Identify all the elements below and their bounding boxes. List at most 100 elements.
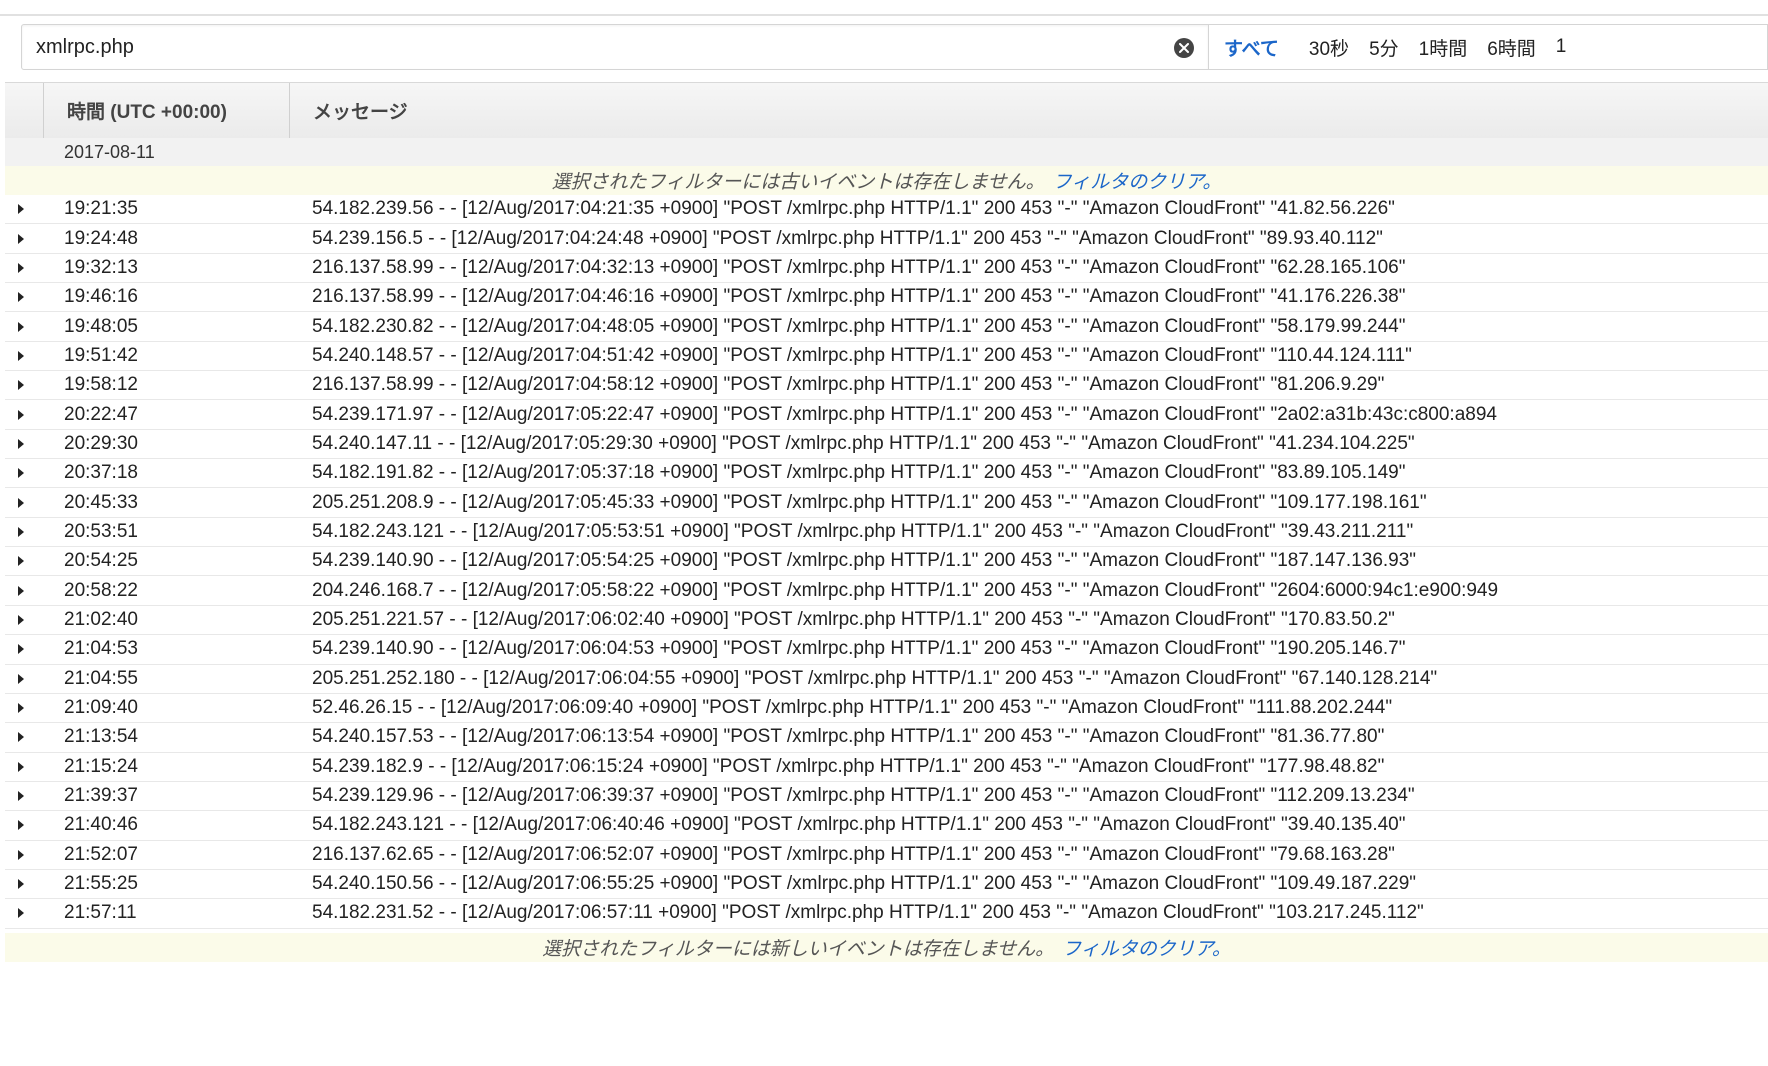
log-row[interactable]: 21:39:37 54.239.129.96 - - [12/Aug/2017:0… <box>5 781 1768 812</box>
expand-arrow-icon[interactable] <box>5 644 43 655</box>
log-row[interactable]: 21:09:40 52.46.26.15 - - [12/Aug/2017:06:… <box>5 693 1768 724</box>
log-time: 19:58:12 <box>64 374 138 396</box>
log-row[interactable]: 21:57:11 54.182.231.52 - - [12/Aug/2017:0… <box>5 899 1768 929</box>
expand-arrow-icon[interactable] <box>5 761 43 772</box>
log-time: 20:58:22 <box>64 579 138 601</box>
expand-arrow-icon[interactable] <box>5 233 43 244</box>
close-circle-icon[interactable] <box>1174 38 1194 58</box>
newer-events-text: 選択されたフィルターには新しいイベントは存在しません。 <box>542 939 1055 960</box>
log-row[interactable]: 19:46:16 216.137.58.99 - - [12/Aug/2017:0… <box>5 283 1768 313</box>
log-row[interactable]: 20:54:25 54.239.140.90 - - [12/Aug/2017:0… <box>5 547 1768 577</box>
log-message: 204.246.168.7 - - [12/Aug/2017:05:58:22 … <box>312 579 1499 601</box>
log-row[interactable]: 21:40:46 54.182.243.121 - - [12/Aug/2017:… <box>5 811 1768 841</box>
log-message: 52.46.26.15 - - [12/Aug/2017:06:09:40 +0… <box>312 697 1393 719</box>
date-group-row: 2017-08-11 <box>5 138 1768 166</box>
expand-arrow-icon[interactable] <box>5 879 43 890</box>
expand-arrow-icon[interactable] <box>5 380 43 391</box>
range-6h[interactable]: 6時間 <box>1477 34 1546 61</box>
expand-arrow-icon[interactable] <box>5 321 43 332</box>
log-message: 54.239.182.9 - - [12/Aug/2017:06:15:24 +… <box>312 755 1385 777</box>
log-time: 21:15:24 <box>64 755 138 777</box>
expand-arrow-icon[interactable] <box>5 849 43 860</box>
expand-arrow-icon[interactable] <box>5 438 43 449</box>
log-time: 19:21:35 <box>64 198 138 220</box>
log-time: 21:13:54 <box>64 726 138 748</box>
expand-arrow-icon[interactable] <box>5 409 43 420</box>
expand-arrow-icon[interactable] <box>5 585 43 596</box>
log-message: 54.182.191.82 - - [12/Aug/2017:05:37:18 … <box>312 462 1406 484</box>
time-range-selector: すべて 30秒 5分 1時間 6時間 1 <box>1209 24 1768 70</box>
log-row[interactable]: 19:51:42 54.240.148.57 - - [12/Aug/2017:0… <box>5 341 1768 372</box>
time-column-header[interactable]: 時間 (UTC +00:00) <box>44 83 290 138</box>
expand-arrow-icon[interactable] <box>5 908 43 919</box>
log-message: 54.239.129.96 - - [12/Aug/2017:06:39:37 … <box>312 785 1415 807</box>
range-truncated[interactable]: 1 <box>1546 36 1577 58</box>
filter-bar: すべて 30秒 5分 1時間 6時間 1 <box>21 24 1768 70</box>
log-event-list: 19:21:35 54.182.239.56 - - [12/Aug/2017:0… <box>5 195 1768 958</box>
log-message: 216.137.62.65 - - [12/Aug/2017:06:52:07 … <box>312 843 1395 865</box>
expand-arrow-icon[interactable] <box>5 526 43 537</box>
clear-filter-link-top[interactable]: フィルタのクリア。 <box>1053 167 1222 194</box>
log-time: 19:46:16 <box>64 286 138 308</box>
log-time: 20:37:18 <box>64 462 138 484</box>
expand-arrow-icon[interactable] <box>5 468 43 479</box>
clear-filter-link-bottom[interactable]: フィルタのクリア。 <box>1062 934 1231 961</box>
expand-arrow-icon[interactable] <box>5 204 43 215</box>
log-message: 54.240.148.57 - - [12/Aug/2017:04:51:42 … <box>312 344 1412 366</box>
log-message: 54.239.156.5 - - [12/Aug/2017:04:24:48 +… <box>312 227 1383 249</box>
expand-arrow-icon[interactable] <box>5 703 43 714</box>
message-column-header: メッセージ <box>313 102 408 123</box>
expand-arrow-icon[interactable] <box>5 556 43 567</box>
expand-arrow-icon[interactable] <box>5 732 43 743</box>
expand-arrow-icon[interactable] <box>5 292 43 303</box>
expand-arrow-icon[interactable] <box>5 497 43 508</box>
older-events-text: 選択されたフィルターには古いイベントは存在しません。 <box>551 172 1045 193</box>
log-row[interactable]: 21:04:53 54.239.140.90 - - [12/Aug/2017:0… <box>5 635 1768 665</box>
log-time: 19:24:48 <box>64 227 138 249</box>
log-message: 54.182.243.121 - - [12/Aug/2017:05:53:51… <box>312 520 1414 542</box>
log-time: 19:48:05 <box>64 315 138 337</box>
filter-search-input[interactable] <box>36 25 1156 69</box>
log-row[interactable]: 21:02:40 205.251.221.57 - - [12/Aug/2017:… <box>5 605 1768 636</box>
log-message: 205.251.208.9 - - [12/Aug/2017:05:45:33 … <box>312 491 1427 513</box>
log-message: 54.240.150.56 - - [12/Aug/2017:06:55:25 … <box>312 873 1417 895</box>
range-5m[interactable]: 5分 <box>1359 34 1409 61</box>
expand-arrow-icon[interactable] <box>5 350 43 361</box>
log-message: 54.182.230.82 - - [12/Aug/2017:04:48:05 … <box>312 315 1406 337</box>
log-row[interactable]: 21:15:24 54.239.182.9 - - [12/Aug/2017:06… <box>5 752 1768 782</box>
older-events-notice: 選択されたフィルターには古いイベントは存在しません。 フィルタのクリア。 <box>5 166 1768 195</box>
log-message: 54.182.243.121 - - [12/Aug/2017:06:40:46… <box>312 814 1406 836</box>
log-row[interactable]: 19:32:13 216.137.58.99 - - [12/Aug/2017:0… <box>5 253 1768 284</box>
log-message: 216.137.58.99 - - [12/Aug/2017:04:32:13 … <box>312 256 1406 278</box>
expand-arrow-icon[interactable] <box>5 791 43 802</box>
expand-arrow-icon[interactable] <box>5 673 43 684</box>
log-row[interactable]: 19:21:35 54.182.239.56 - - [12/Aug/2017:0… <box>5 195 1768 225</box>
log-message: 216.137.58.99 - - [12/Aug/2017:04:58:12 … <box>312 374 1385 396</box>
log-row[interactable]: 20:22:47 54.239.171.97 - - [12/Aug/2017:0… <box>5 400 1768 430</box>
log-message: 54.239.140.90 - - [12/Aug/2017:05:54:25 … <box>312 550 1417 572</box>
expand-arrow-icon[interactable] <box>5 614 43 625</box>
log-row[interactable]: 19:58:12 216.137.58.99 - - [12/Aug/2017:0… <box>5 371 1768 401</box>
log-row[interactable]: 20:29:30 54.240.147.11 - - [12/Aug/2017:0… <box>5 429 1768 460</box>
range-all[interactable]: すべて <box>1209 34 1299 61</box>
log-row[interactable]: 20:53:51 54.182.243.121 - - [12/Aug/2017:… <box>5 517 1768 548</box>
range-1h[interactable]: 1時間 <box>1409 34 1478 61</box>
log-row[interactable]: 21:55:25 54.240.150.56 - - [12/Aug/2017:0… <box>5 869 1768 900</box>
log-message: 216.137.58.99 - - [12/Aug/2017:04:46:16 … <box>312 286 1406 308</box>
log-row[interactable]: 20:45:33 205.251.208.9 - - [12/Aug/2017:0… <box>5 488 1768 518</box>
expand-arrow-icon[interactable] <box>5 262 43 273</box>
newer-events-notice: 選択されたフィルターには新しいイベントは存在しません。 フィルタのクリア。 <box>5 933 1768 962</box>
expand-arrow-icon[interactable] <box>5 820 43 831</box>
log-time: 21:04:53 <box>64 638 138 660</box>
log-row[interactable]: 21:04:55 205.251.252.180 - - [12/Aug/2017… <box>5 664 1768 694</box>
log-row[interactable]: 20:37:18 54.182.191.82 - - [12/Aug/2017:0… <box>5 459 1768 489</box>
log-row[interactable]: 21:13:54 54.240.157.53 - - [12/Aug/2017:0… <box>5 723 1768 753</box>
log-row[interactable]: 19:24:48 54.239.156.5 - - [12/Aug/2017:04… <box>5 224 1768 254</box>
log-time: 20:22:47 <box>64 403 138 425</box>
log-row[interactable]: 21:52:07 216.137.62.65 - - [12/Aug/2017:0… <box>5 840 1768 870</box>
log-row[interactable]: 20:58:22 204.246.168.7 - - [12/Aug/2017:0… <box>5 576 1768 606</box>
log-time: 19:32:13 <box>64 256 138 278</box>
log-message: 54.239.171.97 - - [12/Aug/2017:05:22:47 … <box>312 403 1497 425</box>
range-30s[interactable]: 30秒 <box>1299 34 1359 61</box>
log-row[interactable]: 19:48:05 54.182.230.82 - - [12/Aug/2017:0… <box>5 312 1768 342</box>
